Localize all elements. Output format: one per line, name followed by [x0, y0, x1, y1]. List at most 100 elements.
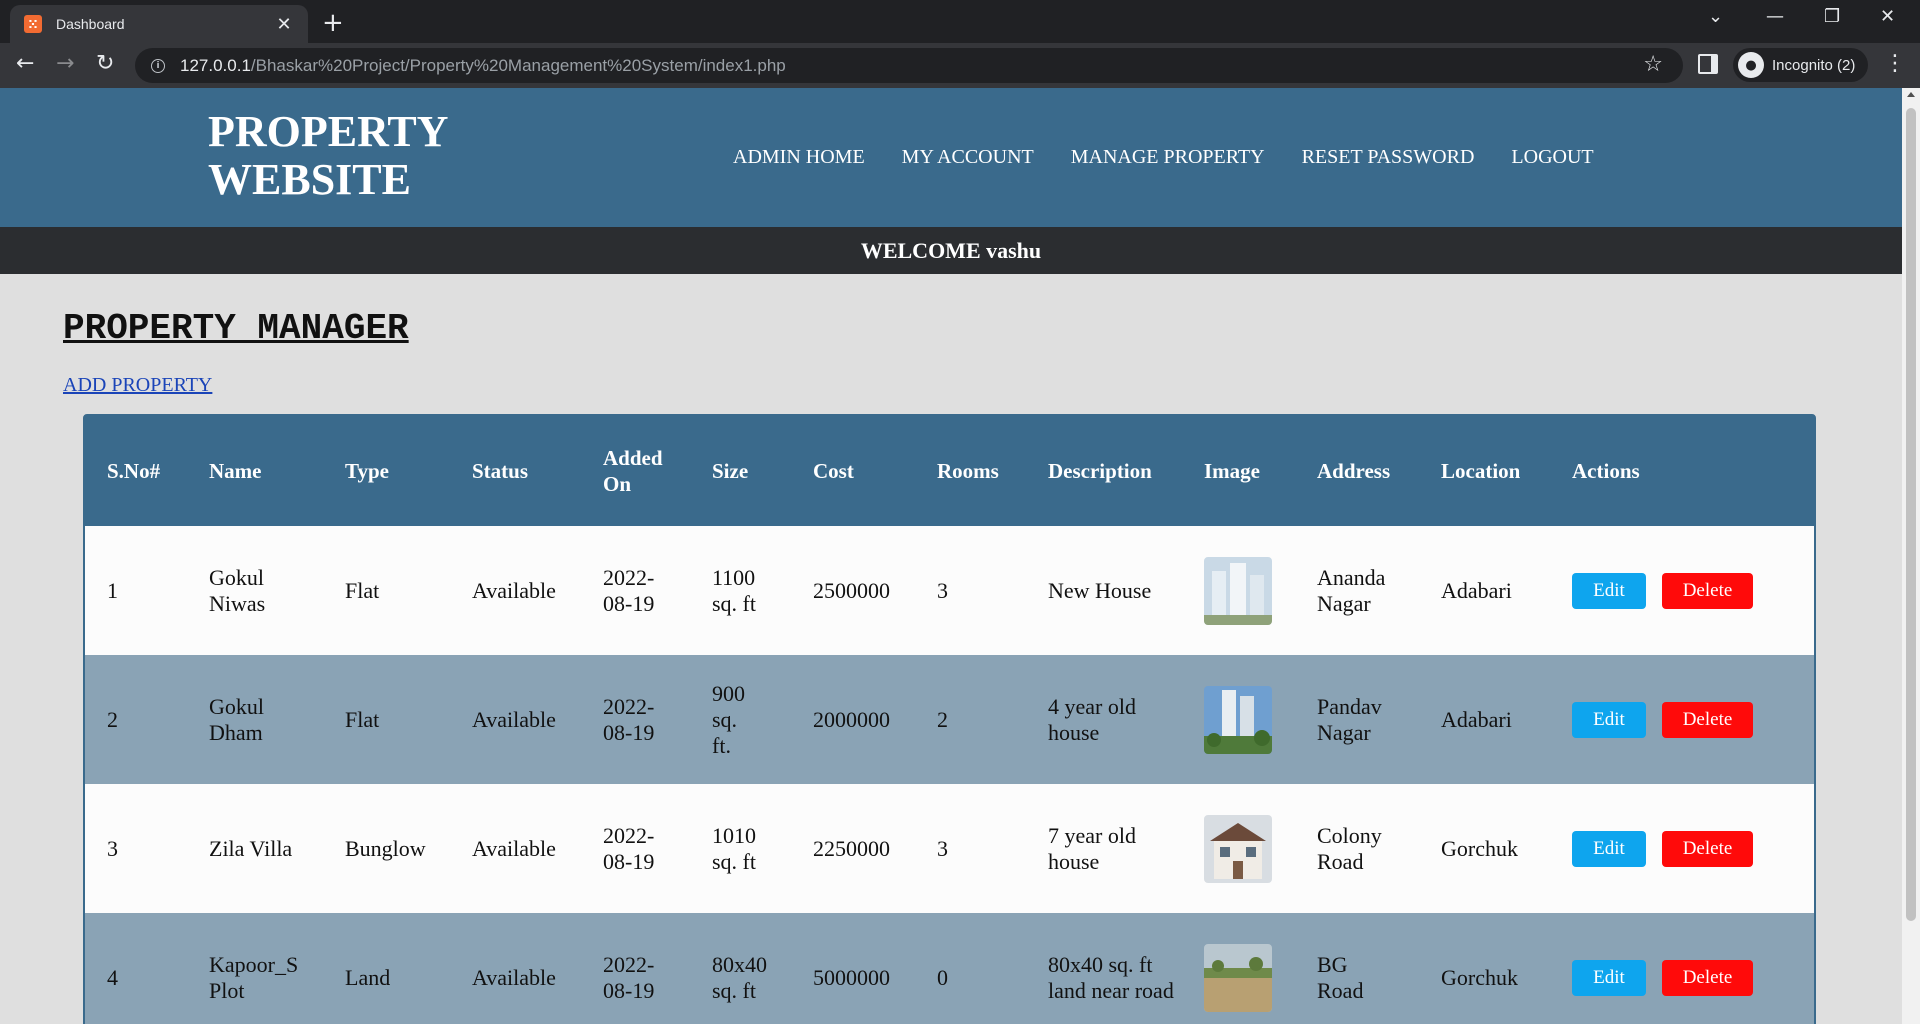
browser-tabstrip: ⵘ Dashboard ✕ + ⌄ — ❐ ✕ [0, 0, 1920, 43]
tab-search-chevron-icon[interactable]: ⌄ [1708, 6, 1723, 27]
incognito-label: Incognito (2) [1772, 56, 1856, 74]
cell-location: Gorchuk [1441, 964, 1518, 990]
edit-button[interactable]: Edit [1572, 701, 1646, 738]
col-added-on: Added On [603, 446, 663, 496]
edit-button[interactable]: Edit [1572, 959, 1646, 996]
reload-icon[interactable]: ↻ [96, 51, 114, 76]
delete-button[interactable]: Delete [1662, 959, 1753, 996]
add-property-link[interactable]: ADD PROPERTY [63, 374, 212, 397]
nav-reset-password[interactable]: RESET PASSWORD [1302, 146, 1475, 169]
cell-rooms: 0 [937, 964, 948, 990]
site-header: PROPERTY WEBSITE ADMIN HOME MY ACCOUNT M… [0, 88, 1902, 227]
cell-name: Zila Villa [209, 835, 293, 861]
table-row: 4 Kapoor_S Plot Land Available 2022-08-1… [85, 913, 1814, 1024]
col-size: Size [712, 459, 749, 483]
table-header-row: S.No# Name Type Status Added On Size Cos… [85, 416, 1814, 526]
nav-my-account[interactable]: MY ACCOUNT [902, 146, 1034, 169]
cell-type: Bunglow [345, 835, 426, 861]
site-logo: PROPERTY WEBSITE [208, 107, 449, 204]
forward-icon[interactable]: → [56, 51, 74, 76]
tab-close-icon[interactable]: ✕ [274, 14, 294, 35]
col-address: Address [1317, 459, 1391, 483]
cell-cost: 2250000 [813, 835, 890, 861]
cell-image [1182, 784, 1295, 913]
tab-title: Dashboard [56, 16, 125, 32]
cell-sno: 2 [107, 706, 118, 732]
cell-name: Gokul Dham [209, 693, 264, 745]
window-close-icon[interactable]: ✕ [1880, 6, 1895, 27]
col-location: Location [1441, 459, 1521, 483]
col-image: Image [1204, 459, 1260, 483]
minimize-icon[interactable]: — [1766, 6, 1784, 27]
cell-actions: Edit Delete [1550, 784, 1814, 913]
cell-type: Land [345, 964, 391, 990]
url-text[interactable]: 127.0.0.1/Bhaskar%20Project/Property%20M… [180, 56, 786, 76]
col-sno: S.No# [107, 459, 161, 483]
nav-manage-property[interactable]: MANAGE PROPERTY [1071, 146, 1265, 169]
col-actions: Actions [1572, 459, 1640, 483]
cell-status: Available [472, 964, 556, 990]
delete-button[interactable]: Delete [1662, 701, 1753, 738]
cell-description: 80x40 sq. ft land near road [1048, 951, 1174, 1003]
page-scrollbar[interactable] [1902, 88, 1920, 1024]
col-type: Type [345, 459, 389, 483]
delete-button[interactable]: Delete [1662, 830, 1753, 867]
cell-actions: Edit Delete [1550, 526, 1814, 655]
cell-status: Available [472, 706, 556, 732]
cell-actions: Edit Delete [1550, 655, 1814, 784]
cell-name: Gokul Niwas [209, 564, 266, 616]
cell-added: 2022-08-19 [603, 693, 655, 745]
browser-toolbar: ← → ↻ i 127.0.0.1/Bhaskar%20Project/Prop… [0, 43, 1920, 88]
cell-cost: 2500000 [813, 577, 890, 603]
col-name: Name [209, 459, 262, 483]
cell-size: 1100 sq. ft [712, 564, 756, 616]
restore-icon[interactable]: ❐ [1824, 6, 1840, 27]
table-row: 1 Gokul Niwas Flat Available 2022-08-19 … [85, 526, 1814, 655]
incognito-button[interactable]: ● Incognito (2) [1733, 48, 1868, 82]
nav-admin-home[interactable]: ADMIN HOME [733, 146, 865, 169]
cell-cost: 5000000 [813, 964, 890, 990]
scroll-thumb[interactable] [1906, 108, 1916, 921]
address-bar[interactable]: i 127.0.0.1/Bhaskar%20Project/Property%2… [135, 48, 1683, 83]
cell-rooms: 2 [937, 706, 948, 732]
cell-type: Flat [345, 706, 380, 732]
cell-description: 4 year old house [1048, 693, 1136, 745]
browser-tab[interactable]: ⵘ Dashboard ✕ [10, 5, 308, 43]
cell-size: 80x40 sq. ft [712, 951, 767, 1003]
cell-address: Pandav Nagar [1317, 693, 1382, 745]
property-image [1204, 814, 1272, 883]
cell-status: Available [472, 577, 556, 603]
page-viewport: PROPERTY WEBSITE ADMIN HOME MY ACCOUNT M… [0, 88, 1902, 1024]
cell-actions: Edit Delete [1550, 913, 1814, 1024]
new-tab-icon[interactable]: + [322, 8, 344, 38]
col-status: Status [472, 459, 529, 483]
table-row: 2 Gokul Dham Flat Available 2022-08-19 9… [85, 655, 1814, 784]
cell-address: Colony Road [1317, 822, 1382, 874]
cell-added: 2022-08-19 [603, 951, 655, 1003]
side-panel-icon[interactable] [1698, 54, 1718, 74]
cell-address: Ananda Nagar [1317, 564, 1386, 616]
delete-button[interactable]: Delete [1662, 572, 1753, 609]
kebab-menu-icon[interactable]: ⋮ [1884, 51, 1906, 76]
cell-image [1182, 655, 1295, 784]
edit-button[interactable]: Edit [1572, 830, 1646, 867]
cell-rooms: 3 [937, 577, 948, 603]
xampp-icon: ⵘ [24, 15, 42, 33]
incognito-icon: ● [1738, 52, 1764, 78]
cell-sno: 3 [107, 835, 118, 861]
back-icon[interactable]: ← [16, 51, 34, 76]
property-table: S.No# Name Type Status Added On Size Cos… [83, 414, 1816, 1024]
property-image [1204, 685, 1272, 754]
site-info-icon[interactable]: i [151, 58, 165, 73]
edit-button[interactable]: Edit [1572, 572, 1646, 609]
property-image [1204, 943, 1272, 1012]
cell-type: Flat [345, 577, 380, 603]
bookmark-star-icon[interactable]: ☆ [1643, 52, 1663, 77]
cell-rooms: 3 [937, 835, 948, 861]
main-nav: ADMIN HOME MY ACCOUNT MANAGE PROPERTY RE… [733, 146, 1631, 169]
cell-address: BG Road [1317, 951, 1364, 1003]
nav-logout[interactable]: LOGOUT [1511, 146, 1593, 169]
cell-image [1182, 913, 1295, 1024]
cell-description: 7 year old house [1048, 822, 1136, 874]
scroll-up-arrow-icon[interactable] [1907, 92, 1915, 97]
